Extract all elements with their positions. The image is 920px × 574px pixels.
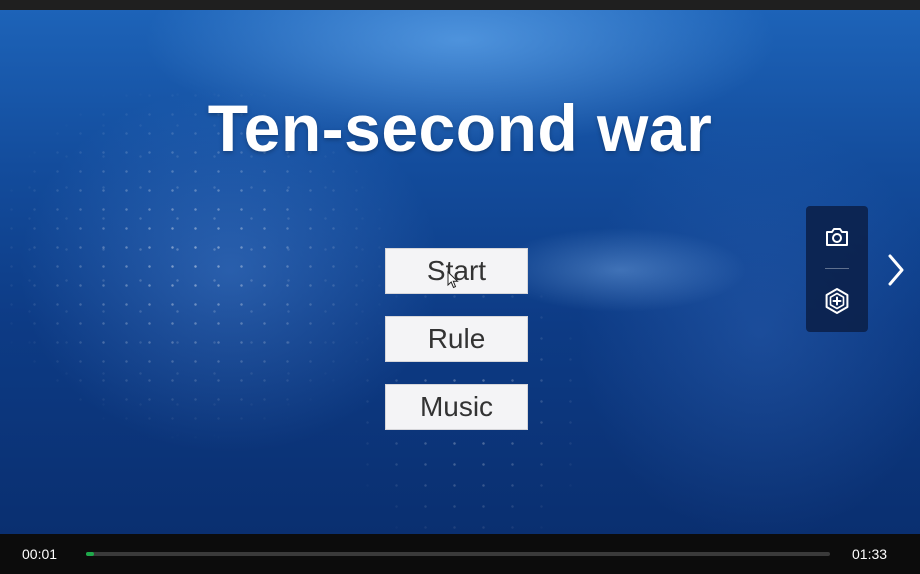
ai-enhance-icon <box>825 288 849 314</box>
player-controls: 00:01 01:33 <box>0 534 920 574</box>
rule-button[interactable]: Rule <box>385 316 528 362</box>
progress-bar[interactable] <box>86 552 830 556</box>
video-frame[interactable]: Ten-second war Start Rule Music <box>0 10 920 534</box>
music-button[interactable]: Music <box>385 384 528 430</box>
game-title: Ten-second war <box>207 91 713 165</box>
total-time: 01:33 <box>852 546 888 562</box>
ai-enhance-button[interactable] <box>819 283 855 319</box>
side-toolbar <box>806 206 868 332</box>
video-player: Ten-second war Start Rule Music 00:01 01… <box>0 0 920 574</box>
current-time: 00:01 <box>22 546 58 562</box>
chevron-right-icon <box>888 254 904 286</box>
next-button[interactable] <box>880 248 912 292</box>
progress-fill <box>86 552 95 556</box>
top-bar <box>0 0 920 10</box>
camera-icon <box>826 228 848 246</box>
screenshot-button[interactable] <box>819 219 855 255</box>
toolbar-divider <box>825 268 849 269</box>
mouse-cursor-icon <box>447 271 459 289</box>
